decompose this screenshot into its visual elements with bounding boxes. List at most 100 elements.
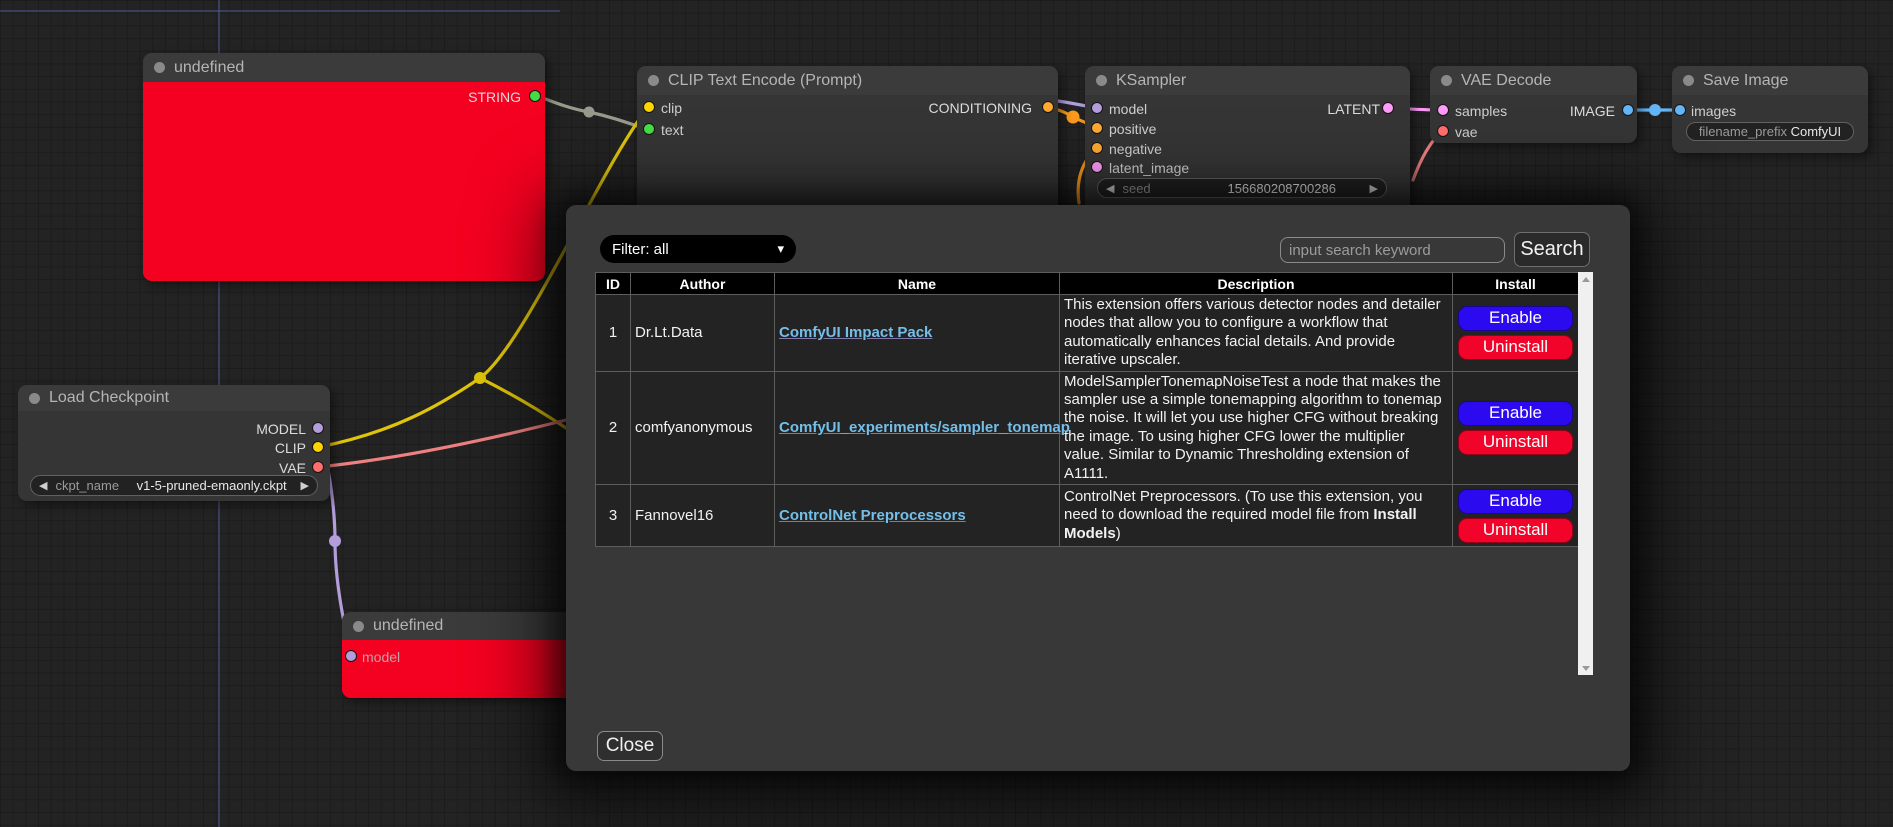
filter-select[interactable]: Filter: all ▾ <box>600 235 796 263</box>
extensions-table: ID Author Name Description Install 1 Dr.… <box>595 272 1579 547</box>
output-label-vae: VAE <box>279 460 306 476</box>
node-ksampler[interactable]: KSampler model positive negative latent_… <box>1085 66 1410 226</box>
input-label-text: text <box>661 122 684 138</box>
socket-latent-image-input[interactable] <box>1091 161 1103 173</box>
filename-prefix-widget[interactable]: filename_prefix ComfyUI <box>1686 122 1854 141</box>
socket-positive-input[interactable] <box>1091 122 1103 134</box>
node-header[interactable]: undefined <box>143 53 545 82</box>
cell-author: Fannovel16 <box>631 485 775 547</box>
wire-vae-right <box>319 419 570 467</box>
node-status-dot-icon <box>353 621 364 632</box>
scrollbar-down-arrow-icon[interactable] <box>1578 661 1593 675</box>
column-header-description: Description <box>1060 273 1453 295</box>
socket-clip-input[interactable] <box>643 101 655 113</box>
node-title: Save Image <box>1703 72 1788 90</box>
column-header-install: Install <box>1453 273 1579 295</box>
input-label-clip: clip <box>661 100 682 116</box>
output-label-model: MODEL <box>256 421 306 437</box>
search-input[interactable] <box>1280 237 1505 263</box>
cell-description: ControlNet Preprocessors. (To use this e… <box>1060 485 1453 547</box>
extension-link[interactable]: ControlNet Preprocessors <box>779 507 966 524</box>
node-header[interactable]: CLIP Text Encode (Prompt) <box>637 66 1058 95</box>
node-error-body <box>143 82 545 281</box>
node-title: CLIP Text Encode (Prompt) <box>668 72 862 90</box>
socket-model-input[interactable] <box>1091 102 1103 114</box>
socket-clip-output[interactable] <box>312 441 324 453</box>
socket-images-input[interactable] <box>1674 104 1686 116</box>
extension-link[interactable]: ComfyUI Impact Pack <box>779 324 932 341</box>
extension-link[interactable]: ComfyUI_experiments/sampler_tonemap <box>779 419 1070 436</box>
node-title: KSampler <box>1116 72 1186 90</box>
uninstall-button[interactable]: Uninstall <box>1458 518 1573 543</box>
socket-model-input[interactable] <box>345 650 357 662</box>
socket-conditioning-output[interactable] <box>1042 101 1054 113</box>
node-undefined-top[interactable]: undefined STRING <box>143 53 545 281</box>
output-label-string: STRING <box>468 89 521 105</box>
node-header[interactable]: KSampler <box>1085 66 1410 95</box>
input-label-samples: samples <box>1455 103 1507 119</box>
reroute-dot-conditioning[interactable] <box>1067 111 1080 124</box>
socket-vae-output[interactable] <box>312 461 324 473</box>
chevron-down-icon: ▾ <box>777 241 784 257</box>
search-button[interactable]: Search <box>1514 232 1590 267</box>
enable-button[interactable]: Enable <box>1458 489 1573 514</box>
input-label-negative: negative <box>1109 141 1162 157</box>
node-status-dot-icon <box>1441 75 1452 86</box>
node-header[interactable]: VAE Decode <box>1430 66 1637 95</box>
column-header-name: Name <box>775 273 1060 295</box>
ckpt-name-widget[interactable]: ◀ ckpt_name v1-5-pruned-emaonly.ckpt ▶ <box>30 475 318 496</box>
output-label-conditioning: CONDITIONING <box>929 100 1032 116</box>
filter-selected-value: Filter: all <box>612 241 669 258</box>
seed-widget[interactable]: ◀ seed 156680208700286 ▶ <box>1097 178 1387 198</box>
uninstall-button[interactable]: Uninstall <box>1458 430 1573 455</box>
node-status-dot-icon <box>1683 75 1694 86</box>
reroute-dot-string[interactable] <box>584 107 595 118</box>
reroute-dot-image[interactable] <box>1649 104 1661 116</box>
node-title: undefined <box>373 617 443 635</box>
node-vae-decode[interactable]: VAE Decode samples vae IMAGE <box>1430 66 1637 143</box>
table-scrollbar[interactable] <box>1578 272 1593 675</box>
socket-model-output[interactable] <box>312 422 324 434</box>
output-label-latent: LATENT <box>1327 101 1380 117</box>
seed-widget-label: seed <box>1122 181 1201 196</box>
socket-samples-input[interactable] <box>1437 104 1449 116</box>
column-header-author: Author <box>631 273 775 295</box>
seed-widget-value: 156680208700286 <box>1202 181 1362 196</box>
socket-string-output[interactable] <box>529 90 541 102</box>
arrow-left-icon[interactable]: ◀ <box>31 479 55 492</box>
table-header-row: ID Author Name Description Install <box>596 273 1579 295</box>
input-label-positive: positive <box>1109 121 1156 137</box>
socket-image-output[interactable] <box>1622 104 1634 116</box>
input-label-vae: vae <box>1455 124 1478 140</box>
reroute-dot-model[interactable] <box>329 535 341 547</box>
node-status-dot-icon <box>154 62 165 73</box>
socket-vae-input[interactable] <box>1437 125 1449 137</box>
scrollbar-up-arrow-icon[interactable] <box>1578 272 1593 286</box>
table-row: 3 Fannovel16 ControlNet Preprocessors Co… <box>596 485 1579 547</box>
arrow-right-icon[interactable]: ▶ <box>1362 182 1386 195</box>
enable-button[interactable]: Enable <box>1458 401 1573 426</box>
reroute-dot-clip[interactable] <box>474 372 486 384</box>
arrow-left-icon[interactable]: ◀ <box>1098 182 1122 195</box>
input-label-images: images <box>1691 103 1736 119</box>
uninstall-button[interactable]: Uninstall <box>1458 335 1573 360</box>
socket-latent-output[interactable] <box>1382 102 1394 114</box>
input-label-latent-image: latent_image <box>1109 160 1189 176</box>
node-title: Load Checkpoint <box>49 389 169 407</box>
node-load-checkpoint[interactable]: Load Checkpoint MODEL CLIP VAE ◀ ckpt_na… <box>18 385 330 501</box>
node-header[interactable]: Save Image <box>1672 66 1868 95</box>
extension-manager-dialog: Filter: all ▾ Search ID Author Name Desc… <box>566 205 1630 771</box>
enable-button[interactable]: Enable <box>1458 306 1573 331</box>
node-title: undefined <box>174 59 244 77</box>
socket-text-input[interactable] <box>643 123 655 135</box>
node-header[interactable]: Load Checkpoint <box>18 385 330 411</box>
close-button[interactable]: Close <box>597 731 663 761</box>
socket-negative-input[interactable] <box>1091 142 1103 154</box>
node-save-image[interactable]: Save Image images filename_prefix ComfyU… <box>1672 66 1868 153</box>
input-label-model: model <box>1109 101 1147 117</box>
cell-author: comfyanonymous <box>631 371 775 484</box>
cell-id: 2 <box>596 371 631 484</box>
column-header-id: ID <box>596 273 631 295</box>
arrow-right-icon[interactable]: ▶ <box>293 479 317 492</box>
cell-author: Dr.Lt.Data <box>631 295 775 372</box>
